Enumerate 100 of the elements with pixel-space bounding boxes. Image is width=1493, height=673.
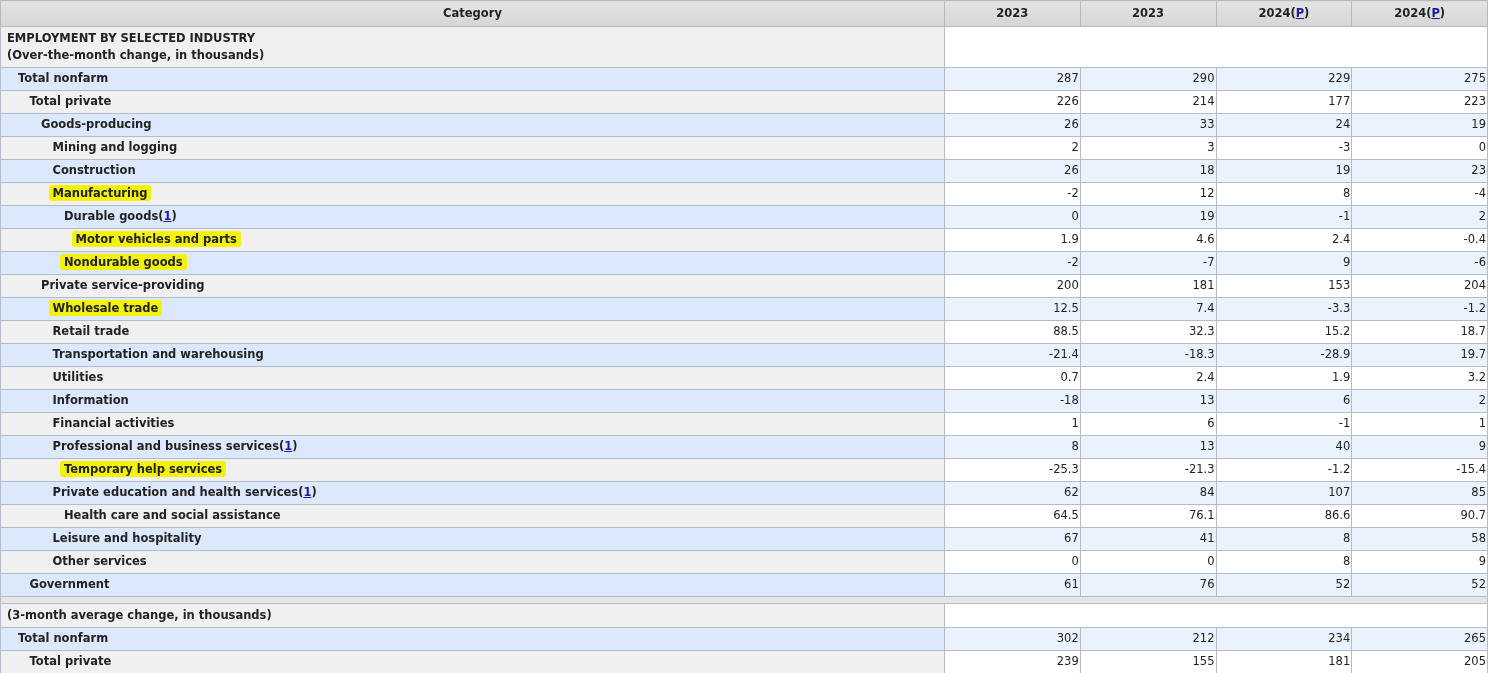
table-cell: 275 [1351, 67, 1488, 91]
table-cell: 2.4 [1216, 228, 1352, 252]
table-cell: 2.4 [1080, 366, 1216, 390]
table-cell: 153 [1216, 274, 1352, 298]
table-cell: 204 [1351, 274, 1488, 298]
table-cell: 0 [944, 550, 1081, 574]
table-cell: 19 [1351, 113, 1488, 137]
table-cell: 90.7 [1351, 504, 1488, 528]
table-cell: -28.9 [1216, 343, 1352, 367]
table-cell: 4.6 [1080, 228, 1216, 252]
table-cell: 1 [944, 412, 1081, 436]
section-heading: EMPLOYMENT BY SELECTED INDUSTRY [7, 30, 257, 47]
table-cell: 23 [1351, 159, 1488, 183]
table-cell: 19 [1216, 159, 1352, 183]
table-cell: 52 [1351, 573, 1488, 597]
footnote-link[interactable]: 1 [163, 209, 172, 224]
section-heading: (3-month average change, in thousands) [7, 607, 273, 624]
row-label: Temporary help services [60, 461, 227, 478]
table-cell: 265 [1351, 627, 1488, 651]
row-label: Health care and social assistance [64, 508, 281, 523]
column-header: 2024(P) [1394, 5, 1446, 20]
row-label: Motor vehicles and parts [71, 231, 241, 248]
table-cell: 9 [1216, 251, 1352, 275]
table-cell: -25.3 [944, 458, 1081, 482]
row-label: Other services [52, 554, 147, 569]
table-cell: 239 [944, 650, 1081, 673]
table-cell: -15.4 [1351, 458, 1488, 482]
table-cell: -0.4 [1351, 228, 1488, 252]
table-cell: 155 [1080, 650, 1216, 673]
table-cell: 19 [1080, 205, 1216, 229]
row-label: Total private [29, 94, 112, 109]
table-cell: 41 [1080, 527, 1216, 551]
table-cell: 1 [1351, 412, 1488, 436]
table-cell: 1.9 [944, 228, 1081, 252]
footnote-link[interactable]: 1 [303, 485, 312, 500]
table-cell: 26 [944, 159, 1081, 183]
table-cell: -21.3 [1080, 458, 1216, 482]
table-cell: 15.2 [1216, 320, 1352, 344]
table-cell: -1 [1216, 205, 1352, 229]
table-cell: 24 [1216, 113, 1352, 137]
table-cell: 8 [1216, 550, 1352, 574]
row-label: Leisure and hospitality [52, 531, 202, 546]
table-cell: 181 [1216, 650, 1352, 673]
table-cell: 32.3 [1080, 320, 1216, 344]
table-cell: 205 [1351, 650, 1488, 673]
row-label: Private service-providing [41, 278, 205, 293]
row-label: Nondurable goods [60, 254, 187, 271]
row-label: Private education and health services(1) [52, 485, 317, 500]
table-cell: 84 [1080, 481, 1216, 505]
table-cell: 2 [1351, 205, 1488, 229]
table-cell: 181 [1080, 274, 1216, 298]
row-label: Mining and logging [52, 140, 178, 155]
table-cell: 19.7 [1351, 343, 1488, 367]
table-cell: 58 [1351, 527, 1488, 551]
table-cell: 40 [1216, 435, 1352, 459]
column-header: 2023 [1132, 5, 1165, 20]
table-cell: 26 [944, 113, 1081, 137]
column-header: Category [443, 5, 502, 20]
table-cell: 18 [1080, 159, 1216, 183]
table-cell: -18.3 [1080, 343, 1216, 367]
table-cell: 64.5 [944, 504, 1081, 528]
row-label: Financial activities [52, 416, 175, 431]
table-cell: 3.2 [1351, 366, 1488, 390]
table-cell: 12.5 [944, 297, 1081, 321]
table-cell: 7.4 [1080, 297, 1216, 321]
table-cell: 229 [1216, 67, 1352, 91]
table-cell: 33 [1080, 113, 1216, 137]
table-cell: 6 [1080, 412, 1216, 436]
table-cell: 3 [1080, 136, 1216, 160]
table-cell: 223 [1351, 90, 1488, 114]
table-cell: 200 [944, 274, 1081, 298]
table-cell: 88.5 [944, 320, 1081, 344]
table-cell: 13 [1080, 389, 1216, 413]
table-cell: 0.7 [944, 366, 1081, 390]
footnote-link[interactable]: 1 [284, 439, 293, 454]
table-cell: 0 [944, 205, 1081, 229]
row-label: Government [29, 577, 110, 592]
section-heading: (Over-the-month change, in thousands) [7, 47, 266, 64]
table-cell: -4 [1351, 182, 1488, 206]
table-cell: 1.9 [1216, 366, 1352, 390]
table-cell: -7 [1080, 251, 1216, 275]
table-cell: 177 [1216, 90, 1352, 114]
table-cell: 6 [1216, 389, 1352, 413]
row-label: Wholesale trade [48, 300, 163, 317]
footnote-link[interactable]: P [1431, 5, 1440, 20]
table-cell: 8 [944, 435, 1081, 459]
table-cell: 67 [944, 527, 1081, 551]
row-label: Manufacturing [48, 185, 152, 202]
row-label: Total nonfarm [18, 71, 109, 86]
row-label: Total private [29, 654, 112, 669]
row-label: Professional and business services(1) [52, 439, 298, 454]
table-cell: -2 [944, 251, 1081, 275]
table-cell: 0 [1080, 550, 1216, 574]
row-label: Transportation and warehousing [52, 347, 264, 362]
table-cell: 13 [1080, 435, 1216, 459]
table-cell: 12 [1080, 182, 1216, 206]
table-cell: 287 [944, 67, 1081, 91]
footnote-link[interactable]: P [1295, 5, 1305, 20]
row-label: Goods-producing [41, 117, 152, 132]
table-cell: 302 [944, 627, 1081, 651]
